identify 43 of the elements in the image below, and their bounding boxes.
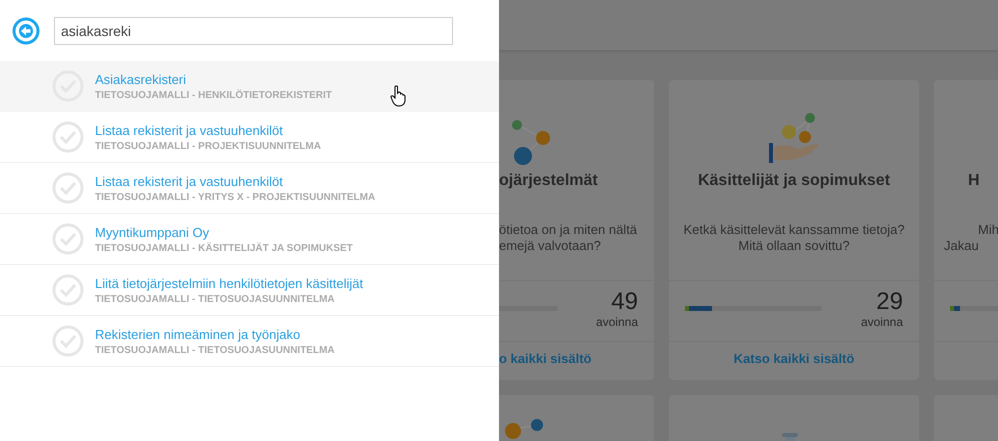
result-path: TIETOSUOJAMALLI - TIETOSUOJASUUNNITELMA bbox=[95, 294, 336, 304]
card-description: Mih bbox=[977, 222, 998, 238]
card-description: Jakau bbox=[944, 238, 980, 254]
result-title: Liitä tietojärjestelmiin henkilötietojen käsittelijät bbox=[95, 276, 364, 290]
check-circle-icon bbox=[52, 121, 84, 153]
open-count: 49 bbox=[610, 289, 638, 315]
hand-icon bbox=[768, 113, 820, 165]
count-label: avoinna bbox=[596, 315, 638, 329]
view-all-link[interactable]: o kaikki sisältö bbox=[499, 351, 592, 366]
back-button[interactable] bbox=[12, 16, 40, 44]
result-title: Listaa rekisterit ja vastuuhenkilöt bbox=[95, 174, 284, 188]
check-circle-icon bbox=[52, 325, 84, 357]
open-count: 29 bbox=[875, 289, 903, 315]
hand-cursor-icon bbox=[390, 85, 406, 107]
result-title: Rekisterien nimeäminen ja työnjako bbox=[95, 326, 302, 342]
search-result[interactable]: Myyntikumppani Oy TIETOSUOJAMALLI - KÄSITTELIJÄT JA SOPIMUKSET bbox=[0, 214, 499, 265]
result-title: Asiakasrekisteri bbox=[95, 72, 188, 86]
check-circle-icon bbox=[52, 274, 84, 306]
flask-icon bbox=[782, 433, 798, 441]
card-title: ojärjestelmät bbox=[499, 172, 599, 191]
view-all-link[interactable]: Katso kaikki sisältö bbox=[734, 351, 854, 366]
card-description: emejä valvotaan? bbox=[499, 238, 602, 254]
result-path: TIETOSUOJAMALLI - TIETOSUOJASUUNNITELMA bbox=[95, 344, 335, 356]
check-circle-icon bbox=[52, 172, 84, 204]
result-path: TIETOSUOJAMALLI - PROJEKTISUUNNITELMA bbox=[95, 140, 321, 152]
result-path: TIETOSUOJAMALLI - HENKILÖTIETOREKISTERIT bbox=[95, 90, 332, 100]
card-description: ötietoa on ja miten nältä bbox=[499, 222, 638, 238]
card-description: Ketkä käsittelevät kanssamme tietoja? bbox=[682, 222, 906, 238]
result-path: TIETOSUOJAMALLI - KÄSITTELIJÄT JA SOPIMUKSET bbox=[95, 242, 353, 254]
result-title: Myyntikumppani Oy bbox=[95, 224, 210, 240]
search-result[interactable]: Listaa rekisterit ja vastuuhenkilöt TIETOSUOJAMALLI - PROJEKTISUUNNITELMA bbox=[0, 112, 499, 163]
search-result[interactable]: Listaa rekisterit ja vastuuhenkilöt TIETOSUOJAMALLI - YRITYS X - PROJEKTISUUNNITELMA bbox=[0, 163, 499, 214]
count-label: avoinna bbox=[860, 315, 903, 329]
search-field[interactable]: asiakasreki bbox=[54, 16, 453, 44]
result-title: Listaa rekisterit ja vastuuhenkilöt bbox=[95, 122, 284, 138]
search-result[interactable]: Rekisterien nimeäminen ja työnjako TIETOSUOJAMALLI - TIETOSUOJASUUNNITELMA bbox=[0, 316, 499, 367]
check-circle-icon bbox=[52, 223, 84, 255]
result-path: TIETOSUOJAMALLI - YRITYS X - PROJEKTISUUNNITELMA bbox=[95, 192, 376, 202]
search-result[interactable]: Liitä tietojärjestelmiin henkilötietojen käsittelijät TIETOSUOJAMALLI - TIETOSUOJASUUNNITELMA bbox=[0, 265, 499, 316]
card-title: H bbox=[967, 172, 981, 191]
card-title: Käsittelijät ja sopimukset bbox=[696, 172, 892, 191]
card-description: Mitä ollaan sovittu? bbox=[737, 238, 851, 254]
search-result[interactable]: Asiakasrekisteri TIETOSUOJAMALLI - HENKILÖTIETOREKISTERIT bbox=[0, 61, 499, 112]
